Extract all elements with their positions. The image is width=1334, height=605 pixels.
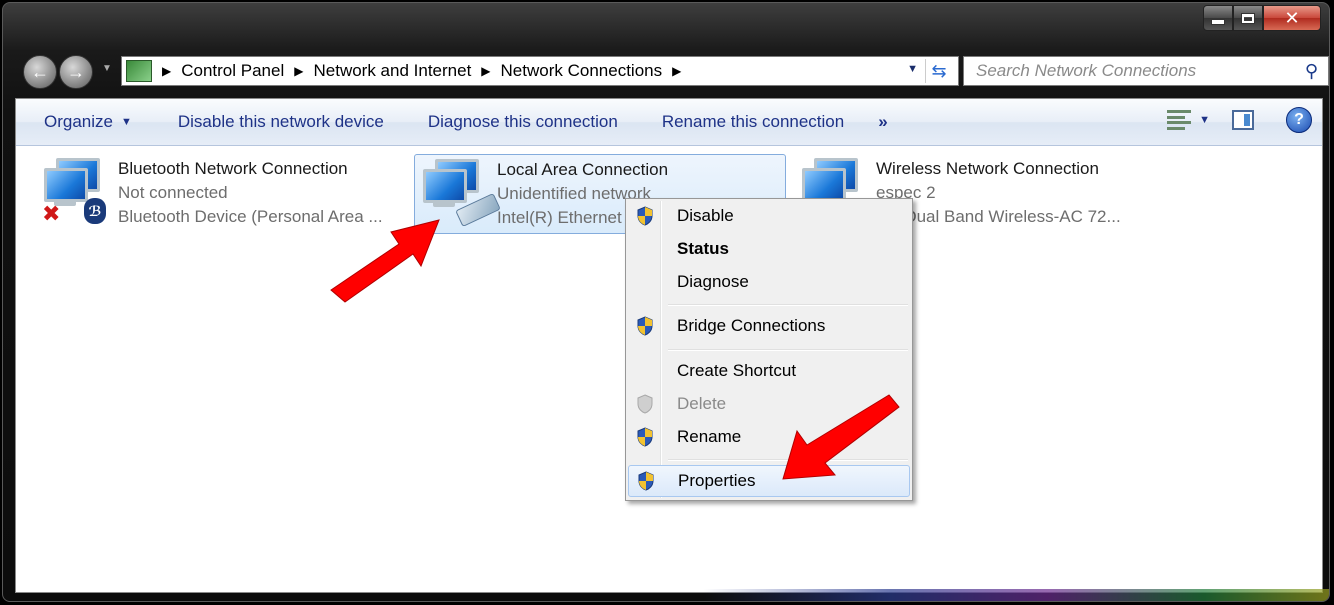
uac-shield-icon [637,394,653,414]
recent-pages-dropdown[interactable]: ▼ [102,63,112,74]
menu-item-diagnose[interactable]: Diagnose [628,267,910,297]
explorer-window: ✕ ← → ▼ ▶ Control Panel ▶ Network and In… [2,2,1330,602]
close-button[interactable]: ✕ [1263,5,1321,31]
view-options-chevron-down-icon[interactable]: ▼ [1199,114,1210,126]
menu-separator [668,459,908,461]
arrow-right-icon: → [67,61,85,82]
connection-status: Not connected [118,183,228,202]
uac-shield-icon [637,427,653,447]
menu-item-bridge-connections[interactable]: Bridge Connections [628,311,910,341]
address-bar[interactable]: ▶ Control Panel ▶ Network and Internet ▶… [121,56,959,86]
back-button[interactable]: ← [23,55,57,89]
uac-shield-icon [637,316,653,336]
more-commands-button[interactable]: » [878,112,887,132]
preview-pane-icon[interactable] [1232,110,1254,130]
bluetooth-icon: ℬ [84,198,106,224]
control-panel-icon [126,60,152,82]
search-input[interactable] [974,60,1278,82]
connection-name: Bluetooth Network Connection [118,159,348,178]
toolbar-right: ▼ ? [1167,107,1312,133]
menu-item-label: Disable [677,206,734,225]
organize-menu[interactable]: Organize ▼ [44,112,132,132]
forward-button[interactable]: → [59,55,93,89]
menu-item-status[interactable]: Status [628,234,910,264]
search-box: ⚲ [963,56,1329,86]
uac-shield-icon [637,206,653,226]
maximize-button[interactable] [1233,5,1263,31]
menu-item-disable[interactable]: Disable [628,201,910,231]
connection-name: Local Area Connection [497,160,669,179]
menu-item-rename[interactable]: Rename [628,422,910,452]
breadcrumb-control-panel[interactable]: Control Panel [181,61,284,81]
maximize-icon [1242,13,1254,23]
breadcrumb-separator-icon[interactable]: ▶ [162,64,171,78]
search-icon[interactable]: ⚲ [1305,61,1318,82]
menu-item-label: Bridge Connections [677,316,826,335]
menu-separator [668,304,908,306]
menu-item-label: Delete [677,394,727,413]
connection-name: Wireless Network Connection [876,159,1099,178]
breadcrumb-network-connections[interactable]: Network Connections [501,61,663,81]
menu-item-properties[interactable]: Properties [628,465,910,497]
network-adapter-icon: ✖ ℬ [40,156,110,226]
context-menu: Disable Status Diagnose Bridge Connectio… [625,198,913,501]
menu-item-label: Rename [677,427,742,446]
menu-item-create-shortcut[interactable]: Create Shortcut [628,356,910,386]
network-adapter-icon [419,157,501,228]
menu-item-label: Status [677,239,729,258]
command-bar: Organize ▼ Disable this network device D… [16,99,1322,146]
navigation-bar: ← → ▼ ▶ Control Panel ▶ Network and Inte… [17,49,1329,95]
close-icon: ✕ [1284,7,1300,28]
disconnected-x-icon: ✖ [42,201,61,226]
menu-item-label: Diagnose [677,272,749,291]
menu-item-label: Create Shortcut [677,361,797,380]
organize-label: Organize [44,112,113,131]
connection-device: Bluetooth Device (Personal Area ... [118,207,383,226]
minimize-button[interactable] [1203,5,1233,31]
uac-shield-icon [638,471,654,491]
diagnose-connection-button[interactable]: Diagnose this connection [428,112,618,132]
menu-separator [668,349,908,351]
caption-buttons: ✕ [1203,5,1321,31]
chevron-down-icon: ▼ [120,116,132,128]
minimize-icon [1211,19,1225,25]
change-view-icon[interactable] [1167,109,1192,131]
rename-connection-button[interactable]: Rename this connection [662,112,844,132]
arrow-left-icon: ← [31,61,49,82]
menu-item-label: Properties [678,471,756,490]
breadcrumb: ▶ Control Panel ▶ Network and Internet ▶… [152,61,691,81]
breadcrumb-separator-icon[interactable]: ▶ [294,64,303,78]
breadcrumb-network-and-internet[interactable]: Network and Internet [313,61,471,81]
breadcrumb-separator-icon[interactable]: ▶ [481,64,490,78]
connection-bluetooth[interactable]: ✖ ℬ Bluetooth Network Connection Not con… [20,154,400,234]
address-history-chevron-down-icon[interactable]: ▼ [907,63,918,75]
breadcrumb-separator-icon[interactable]: ▶ [672,64,681,78]
disable-device-button[interactable]: Disable this network device [178,112,384,132]
menu-item-delete: Delete [628,389,910,419]
refresh-icon[interactable]: ⇆ [925,59,952,83]
help-icon[interactable]: ? [1286,107,1312,133]
